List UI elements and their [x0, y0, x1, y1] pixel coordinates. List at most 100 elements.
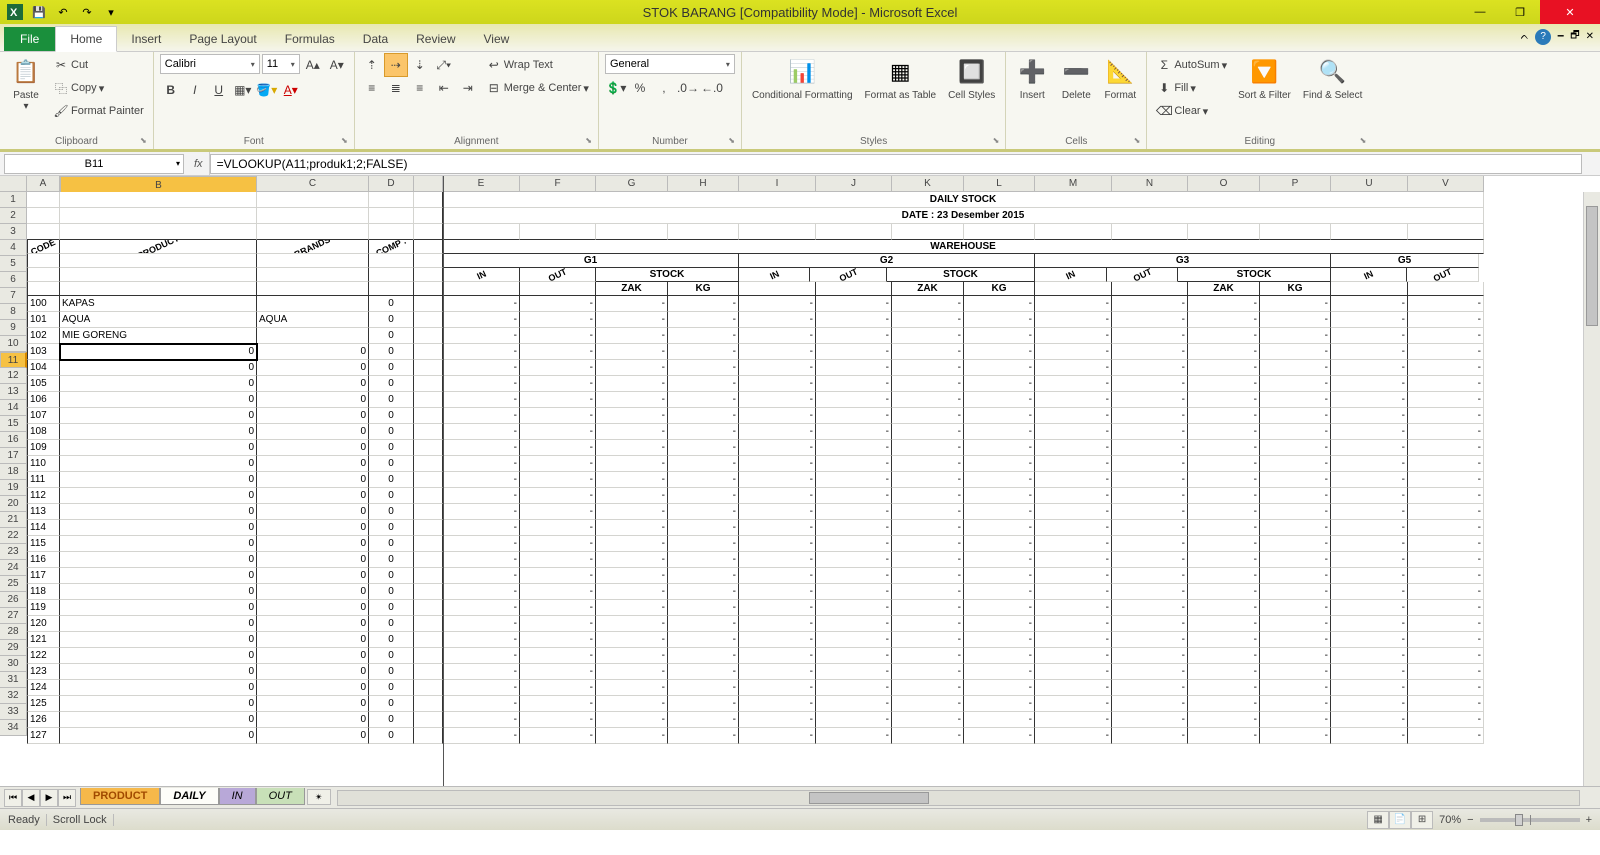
cell[interactable]: -	[1260, 296, 1331, 312]
comp-cell[interactable]: 0	[369, 328, 414, 344]
comp-cell[interactable]: 0	[369, 648, 414, 664]
cell[interactable]: -	[739, 536, 816, 552]
col-header-G[interactable]: G	[596, 176, 668, 192]
cell[interactable]: -	[1408, 360, 1484, 376]
cell[interactable]: -	[443, 472, 520, 488]
cell[interactable]	[27, 224, 60, 240]
align-right-icon[interactable]: ≡	[409, 77, 431, 99]
cell[interactable]: -	[443, 712, 520, 728]
cell[interactable]: -	[1331, 712, 1408, 728]
cell[interactable]: -	[1331, 328, 1408, 344]
minimize-button[interactable]: —	[1460, 0, 1500, 24]
cell[interactable]	[414, 328, 443, 344]
product-cell[interactable]: 0	[60, 568, 257, 584]
stock-header[interactable]: STOCK	[887, 268, 1035, 282]
code-cell[interactable]: 100	[27, 296, 60, 312]
product-cell[interactable]: 0	[60, 632, 257, 648]
cell[interactable]: -	[964, 552, 1035, 568]
out-header[interactable]: OUT	[520, 268, 596, 282]
cell[interactable]: -	[816, 408, 892, 424]
paste-button[interactable]: 📋 Paste▾	[6, 54, 46, 114]
horizontal-scrollbar[interactable]	[337, 790, 1580, 806]
stock-header[interactable]: STOCK	[1178, 268, 1331, 282]
excel-icon[interactable]: X	[4, 2, 26, 22]
brand-cell[interactable]: 0	[257, 568, 369, 584]
cell[interactable]: -	[1112, 600, 1188, 616]
cell[interactable]: -	[520, 376, 596, 392]
brand-cell[interactable]: 0	[257, 680, 369, 696]
cell[interactable]	[414, 568, 443, 584]
cell[interactable]: -	[816, 392, 892, 408]
cell[interactable]: -	[1035, 472, 1112, 488]
cell[interactable]: -	[964, 600, 1035, 616]
cell[interactable]: -	[1408, 456, 1484, 472]
cell[interactable]: -	[1188, 600, 1260, 616]
cell[interactable]	[414, 360, 443, 376]
cell[interactable]: -	[443, 408, 520, 424]
row-header-32[interactable]: 32	[0, 688, 27, 704]
cell[interactable]: -	[892, 696, 964, 712]
product-header[interactable]: PRODUCT	[60, 240, 257, 254]
cell[interactable]: -	[816, 424, 892, 440]
cell[interactable]: -	[816, 504, 892, 520]
restore-workbook-icon[interactable]: 🗗	[1570, 28, 1579, 45]
decrease-decimal-icon[interactable]: ←.0	[701, 77, 723, 99]
cell[interactable]: -	[964, 472, 1035, 488]
cell[interactable]: -	[1188, 328, 1260, 344]
cell[interactable]: -	[964, 424, 1035, 440]
cell[interactable]: -	[1188, 584, 1260, 600]
comp-cell[interactable]: 0	[369, 632, 414, 648]
review-tab[interactable]: Review	[402, 27, 469, 51]
cell[interactable]	[414, 376, 443, 392]
row-header-5[interactable]: 5	[0, 256, 27, 272]
cell[interactable]: -	[964, 344, 1035, 360]
row-header-4[interactable]: 4	[0, 240, 27, 256]
cell[interactable]: -	[596, 488, 668, 504]
cell[interactable]: -	[964, 680, 1035, 696]
cell[interactable]: -	[816, 648, 892, 664]
cell[interactable]	[964, 224, 1035, 240]
cell[interactable]: -	[1035, 504, 1112, 520]
cell[interactable]: -	[739, 696, 816, 712]
cell[interactable]: -	[668, 392, 739, 408]
cell[interactable]: -	[739, 472, 816, 488]
cell[interactable]: -	[1188, 408, 1260, 424]
cell[interactable]: -	[1112, 456, 1188, 472]
brand-cell[interactable]: 0	[257, 392, 369, 408]
cell[interactable]: -	[520, 616, 596, 632]
product-cell[interactable]: AQUA	[60, 312, 257, 328]
comp-cell[interactable]: 0	[369, 456, 414, 472]
cell[interactable]: -	[1408, 600, 1484, 616]
cell[interactable]: -	[1188, 456, 1260, 472]
cell[interactable]: -	[816, 488, 892, 504]
cell[interactable]	[60, 268, 257, 282]
col-header-D[interactable]: D	[369, 176, 414, 192]
brands-header[interactable]: BRANDS	[257, 240, 369, 254]
cell[interactable]	[739, 224, 816, 240]
cell[interactable]: -	[1331, 584, 1408, 600]
cell[interactable]: -	[1408, 472, 1484, 488]
cell[interactable]: -	[964, 664, 1035, 680]
cell[interactable]	[414, 648, 443, 664]
cell[interactable]: -	[1260, 504, 1331, 520]
cell[interactable]: -	[1035, 680, 1112, 696]
cell[interactable]: -	[1260, 600, 1331, 616]
sheet-nav-prev[interactable]: ◀	[22, 789, 40, 807]
cell[interactable]: -	[1112, 520, 1188, 536]
cell[interactable]: -	[739, 328, 816, 344]
zoom-knob[interactable]	[1515, 814, 1523, 826]
code-cell[interactable]: 105	[27, 376, 60, 392]
cell[interactable]: -	[520, 456, 596, 472]
cell[interactable]: -	[892, 376, 964, 392]
cell[interactable]	[60, 254, 257, 268]
cell[interactable]: -	[964, 488, 1035, 504]
cell[interactable]: -	[1260, 344, 1331, 360]
cell[interactable]: -	[668, 568, 739, 584]
cell[interactable]: -	[520, 712, 596, 728]
cell[interactable]	[1260, 224, 1331, 240]
in-header[interactable]: IN	[443, 268, 520, 282]
cell[interactable]: -	[596, 520, 668, 536]
cell[interactable]: -	[1188, 664, 1260, 680]
cell[interactable]: -	[739, 712, 816, 728]
cell[interactable]: -	[739, 632, 816, 648]
